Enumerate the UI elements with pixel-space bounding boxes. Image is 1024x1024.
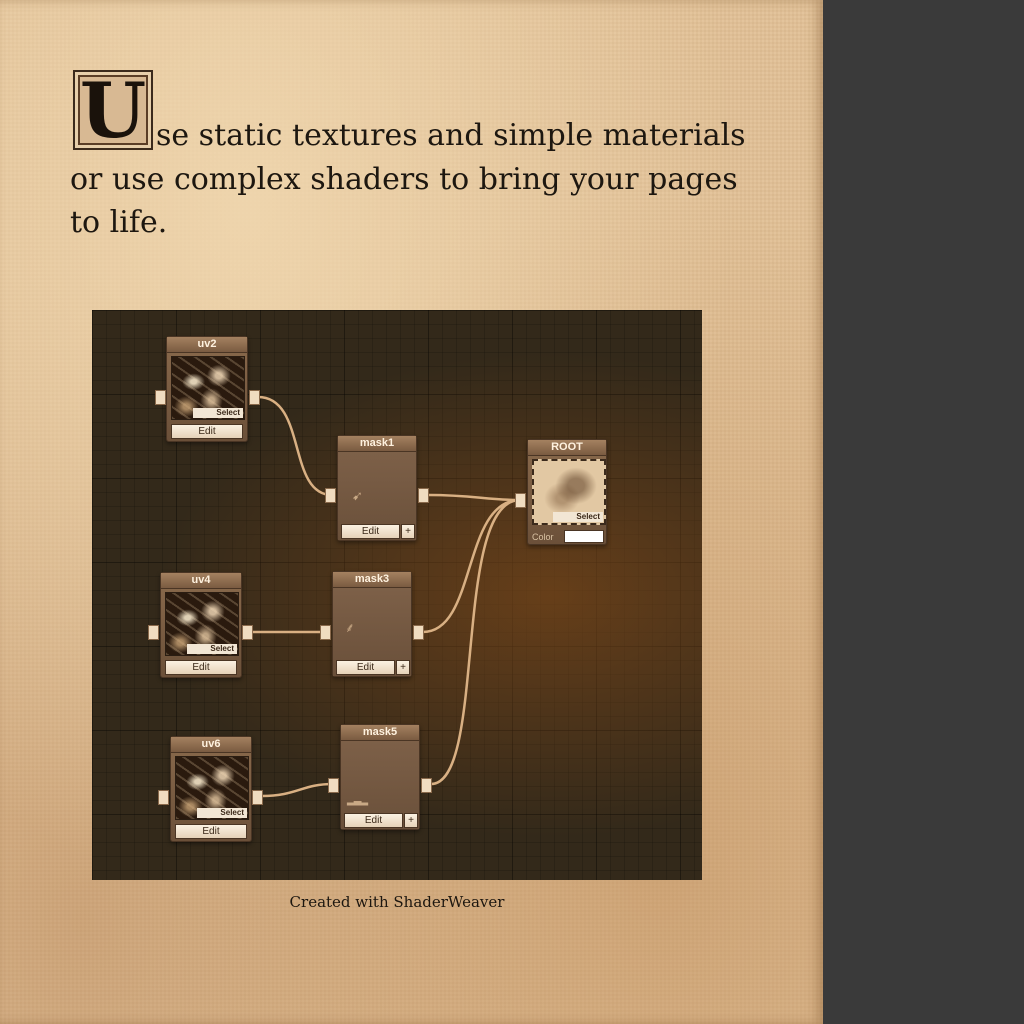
side-panel (823, 0, 1024, 1024)
node-uv4[interactable]: uv4 Select Edit (160, 572, 242, 678)
mask-shape-icon: ▂▃▂ (347, 795, 368, 806)
port-uv4-out[interactable] (242, 625, 253, 640)
node-title: uv2 (167, 337, 247, 353)
port-mask1-in[interactable] (325, 488, 336, 503)
node-title: mask1 (338, 436, 416, 452)
mask-shape-icon: ➹ (352, 488, 363, 503)
intro-line-1: se static textures and simple materials (156, 118, 746, 153)
select-button[interactable]: Select (197, 808, 247, 818)
texture-thumbnail: Select (171, 356, 245, 420)
add-button[interactable]: + (404, 813, 418, 828)
node-uv6[interactable]: uv6 Select Edit (170, 736, 252, 842)
edit-button[interactable]: Edit (165, 660, 237, 675)
caption: Created with ShaderWeaver (289, 893, 505, 911)
port-mask3-in[interactable] (320, 625, 331, 640)
node-title: mask5 (341, 725, 419, 741)
select-button[interactable]: Select (187, 644, 237, 654)
wire-mask1-root (428, 493, 521, 502)
port-mask1-out[interactable] (418, 488, 429, 503)
port-uv6-out[interactable] (252, 790, 263, 805)
wire-uv6-mask5 (261, 782, 334, 798)
wire-mask5-root (430, 498, 521, 786)
node-title: uv6 (171, 737, 251, 753)
edit-button[interactable]: Edit (171, 424, 243, 439)
node-title: mask3 (333, 572, 411, 588)
edit-button[interactable]: Edit (344, 813, 403, 828)
edit-button[interactable]: Edit (175, 824, 247, 839)
select-button[interactable]: Select (553, 512, 603, 522)
node-uv2[interactable]: uv2 Select Edit (166, 336, 248, 442)
edit-button[interactable]: Edit (336, 660, 395, 675)
color-swatch[interactable] (564, 530, 604, 543)
port-mask5-out[interactable] (421, 778, 432, 793)
node-mask3[interactable]: mask3 ⸙ Edit + (332, 571, 412, 677)
port-uv2-out[interactable] (249, 390, 260, 405)
wire-uv2-mask1 (257, 395, 333, 497)
add-button[interactable]: + (401, 524, 415, 539)
mask-shape-icon: ⸙ (345, 620, 355, 635)
wire-mask3-root (422, 498, 521, 634)
texture-thumbnail: Select (175, 756, 249, 820)
dropcap-initial: U (73, 66, 153, 155)
port-uv2-in[interactable] (155, 390, 166, 405)
port-mask5-in[interactable] (328, 778, 339, 793)
port-uv4-in[interactable] (148, 625, 159, 640)
intro-line-3: to life. (70, 205, 168, 240)
color-label: Color (532, 532, 554, 542)
node-mask5[interactable]: mask5 ▂▃▂ Edit + (340, 724, 420, 830)
port-mask3-out[interactable] (413, 625, 424, 640)
edit-button[interactable]: Edit (341, 524, 400, 539)
add-button[interactable]: + (396, 660, 410, 675)
root-preview-thumbnail: Select (532, 459, 606, 525)
dropcap-letter: U (79, 66, 147, 155)
node-title: ROOT (528, 440, 606, 456)
node-root[interactable]: ROOT Select Color (527, 439, 607, 545)
select-button[interactable]: Select (193, 408, 243, 418)
port-uv6-in[interactable] (158, 790, 169, 805)
intro-line-2: or use complex shaders to bring your pag… (70, 162, 738, 197)
node-mask1[interactable]: mask1 ➹ Edit + (337, 435, 417, 541)
node-title: uv4 (161, 573, 241, 589)
port-root-in[interactable] (515, 493, 526, 508)
texture-thumbnail: Select (165, 592, 239, 656)
